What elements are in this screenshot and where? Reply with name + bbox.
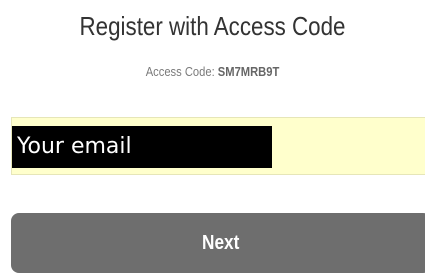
access-code-line: Access Code: SM7MRB9T [30,64,396,80]
access-code-value: SM7MRB9T [217,64,280,79]
page-title: Register with Access Code [79,11,346,41]
next-button[interactable]: Next [11,213,425,273]
email-field[interactable]: Your email [11,117,425,175]
next-button-label: Next [202,232,240,254]
email-placeholder: Your email [12,126,272,168]
access-code-label: Access Code: [145,64,218,79]
